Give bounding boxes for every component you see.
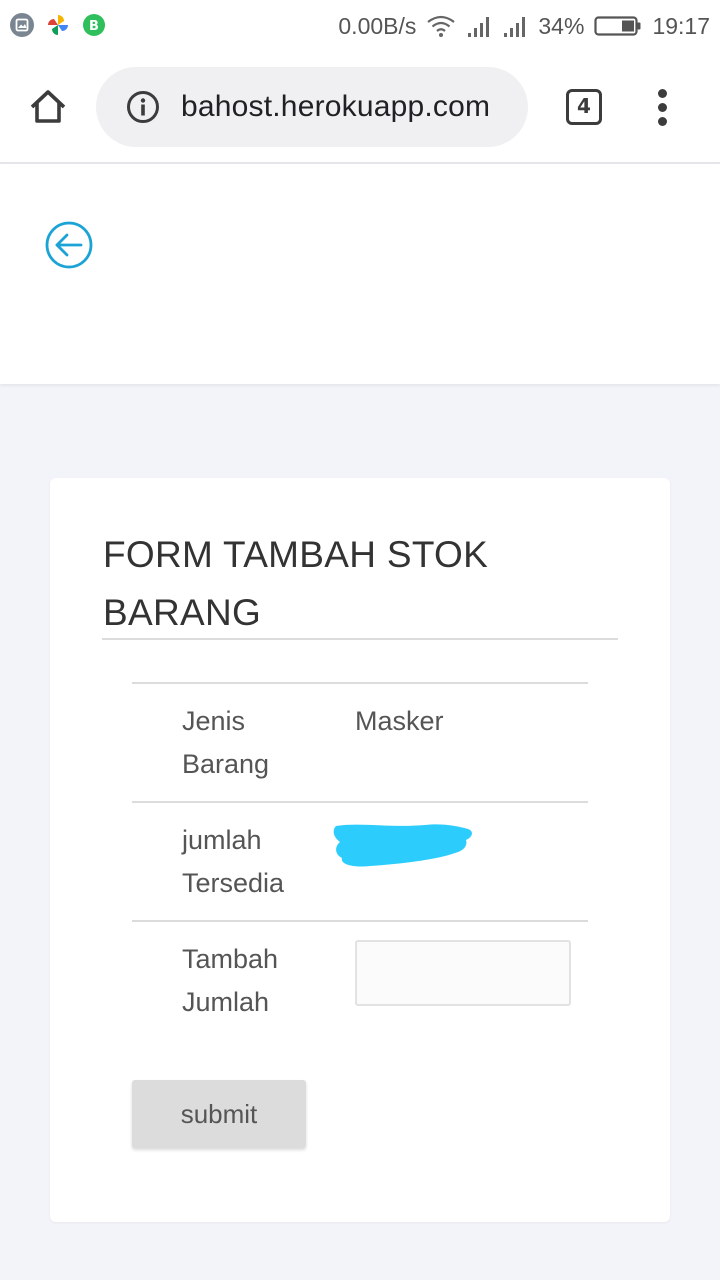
clock: 19:17 xyxy=(652,12,710,39)
label-jenis-barang: Jenis Barang xyxy=(182,706,270,779)
whatsapp-business-icon: B xyxy=(83,14,105,36)
value-jenis-barang: Masker xyxy=(355,706,444,736)
row-divider xyxy=(132,682,588,684)
signal-icon xyxy=(468,17,490,37)
arrow-left-circle-icon[interactable] xyxy=(45,221,93,269)
gallery-notification-icon xyxy=(10,13,34,37)
battery-percent: 34% xyxy=(538,12,585,39)
row-divider xyxy=(132,801,588,803)
address-bar[interactable]: bahost.herokuapp.com xyxy=(96,67,528,147)
form-title: FORM TAMBAH STOK BARANG xyxy=(103,534,489,633)
home-icon[interactable] xyxy=(28,86,68,126)
label-tambah-jumlah: Tambah Jumlah xyxy=(182,944,279,1017)
network-speed: 0.00B/s xyxy=(338,12,417,39)
info-icon[interactable] xyxy=(126,90,160,124)
battery-icon xyxy=(594,16,641,36)
row-divider xyxy=(132,920,588,922)
url-text[interactable]: bahost.herokuapp.com xyxy=(181,67,490,147)
page-header xyxy=(0,162,720,384)
tambah-jumlah-input[interactable] xyxy=(355,940,571,1006)
pinwheel-app-icon xyxy=(48,15,68,35)
browser-toolbar: bahost.herokuapp.com 4 xyxy=(0,52,720,162)
tabs-icon[interactable]: 4 xyxy=(566,89,602,125)
more-vert-icon[interactable] xyxy=(650,88,676,128)
svg-text:B: B xyxy=(89,19,99,34)
signal-icon xyxy=(504,17,526,37)
redaction-mark xyxy=(333,824,472,867)
submit-button[interactable]: submit xyxy=(132,1080,306,1148)
status-bar: B 0.00B/s 34% 19:17 xyxy=(0,0,720,52)
form-card: FORM TAMBAH STOK BARANG Jenis Barang Mas… xyxy=(50,478,670,1222)
wifi-icon xyxy=(427,15,456,37)
title-divider xyxy=(102,638,618,640)
label-jumlah-tersedia: jumlah Tersedia xyxy=(182,825,285,898)
